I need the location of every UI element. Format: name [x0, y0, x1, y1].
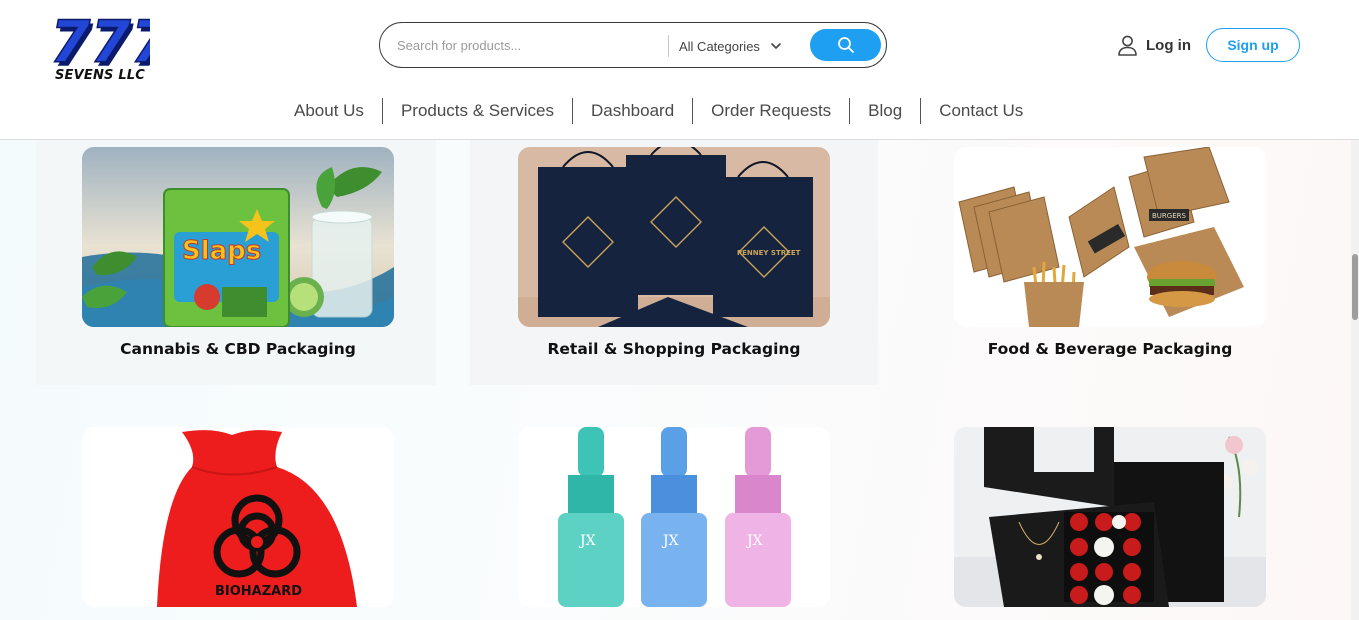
nav-item-blog[interactable]: Blog [850, 98, 920, 124]
search-button[interactable] [810, 29, 881, 61]
login-label: Log in [1146, 36, 1191, 54]
product-card-gift-box[interactable] [954, 427, 1266, 607]
product-card-cosmetic-bottles[interactable]: JX JX JX [518, 427, 830, 607]
nav-item-products-services[interactable]: Products & Services [383, 98, 572, 124]
nav-item-contact-us[interactable]: Contact Us [921, 98, 1041, 124]
product-title[interactable]: Retail & Shopping Packaging [518, 340, 830, 358]
search-input[interactable] [397, 34, 662, 56]
main-nav: About Us Products & Services Dashboard O… [276, 98, 1041, 124]
search-icon [837, 37, 854, 53]
product-image[interactable]: BURGERS [954, 147, 1266, 327]
search-bar: All Categories [379, 22, 887, 68]
category-dropdown[interactable]: All Categories [679, 35, 782, 57]
nav-item-order-requests[interactable]: Order Requests [693, 98, 849, 124]
product-title[interactable]: Cannabis & CBD Packaging [82, 340, 394, 358]
product-image[interactable]: PENNEY STREET [518, 147, 830, 327]
bottle-label-text: JX [745, 533, 763, 549]
page-scrollbar-track[interactable] [1351, 140, 1359, 620]
search-divider [668, 35, 669, 57]
signup-button[interactable]: Sign up [1206, 28, 1300, 62]
bottle-label-text: JX [661, 533, 679, 549]
product-card-retail[interactable]: PENNEY STREET Retail & Shopping Packagin… [518, 147, 830, 358]
bottle-label-text: JX [578, 533, 596, 549]
nav-item-dashboard[interactable]: Dashboard [573, 98, 692, 124]
category-dropdown-label: All Categories [679, 38, 760, 54]
brand-name: SEVENS LLC [54, 68, 146, 83]
product-card-food-beverage[interactable]: BURGERS Food & Beverage Packaging [954, 147, 1266, 358]
bag-warning-text: BIOHAZARD [215, 584, 302, 599]
bag-brand-text: Slaps [182, 236, 261, 266]
user-icon [1118, 35, 1137, 56]
box-label-text: BURGERS [1152, 212, 1187, 220]
product-card-cannabis[interactable]: Slaps Cannabis & CBD Packaging [82, 147, 394, 358]
bag-brand-text: PENNEY STREET [737, 249, 801, 257]
page-scrollbar-thumb[interactable] [1352, 254, 1358, 320]
chevron-down-icon [771, 43, 781, 50]
login-link[interactable]: Log in [1117, 33, 1191, 57]
product-card-biohazard[interactable]: BIOHAZARD [82, 427, 394, 607]
product-image[interactable]: Slaps [82, 147, 394, 327]
site-header: 777 777 SEVENS LLC All Categories Log in [0, 0, 1359, 140]
product-image[interactable]: BIOHAZARD [82, 427, 394, 607]
logo-numerals: 777 [50, 8, 150, 72]
brand-logo[interactable]: 777 777 SEVENS LLC [50, 6, 150, 86]
product-image[interactable]: JX JX JX [518, 427, 830, 607]
product-title[interactable]: Food & Beverage Packaging [954, 340, 1266, 358]
nav-item-about-us[interactable]: About Us [276, 98, 382, 124]
product-image[interactable] [954, 427, 1266, 607]
logo-777-icon: 777 777 [50, 7, 150, 72]
